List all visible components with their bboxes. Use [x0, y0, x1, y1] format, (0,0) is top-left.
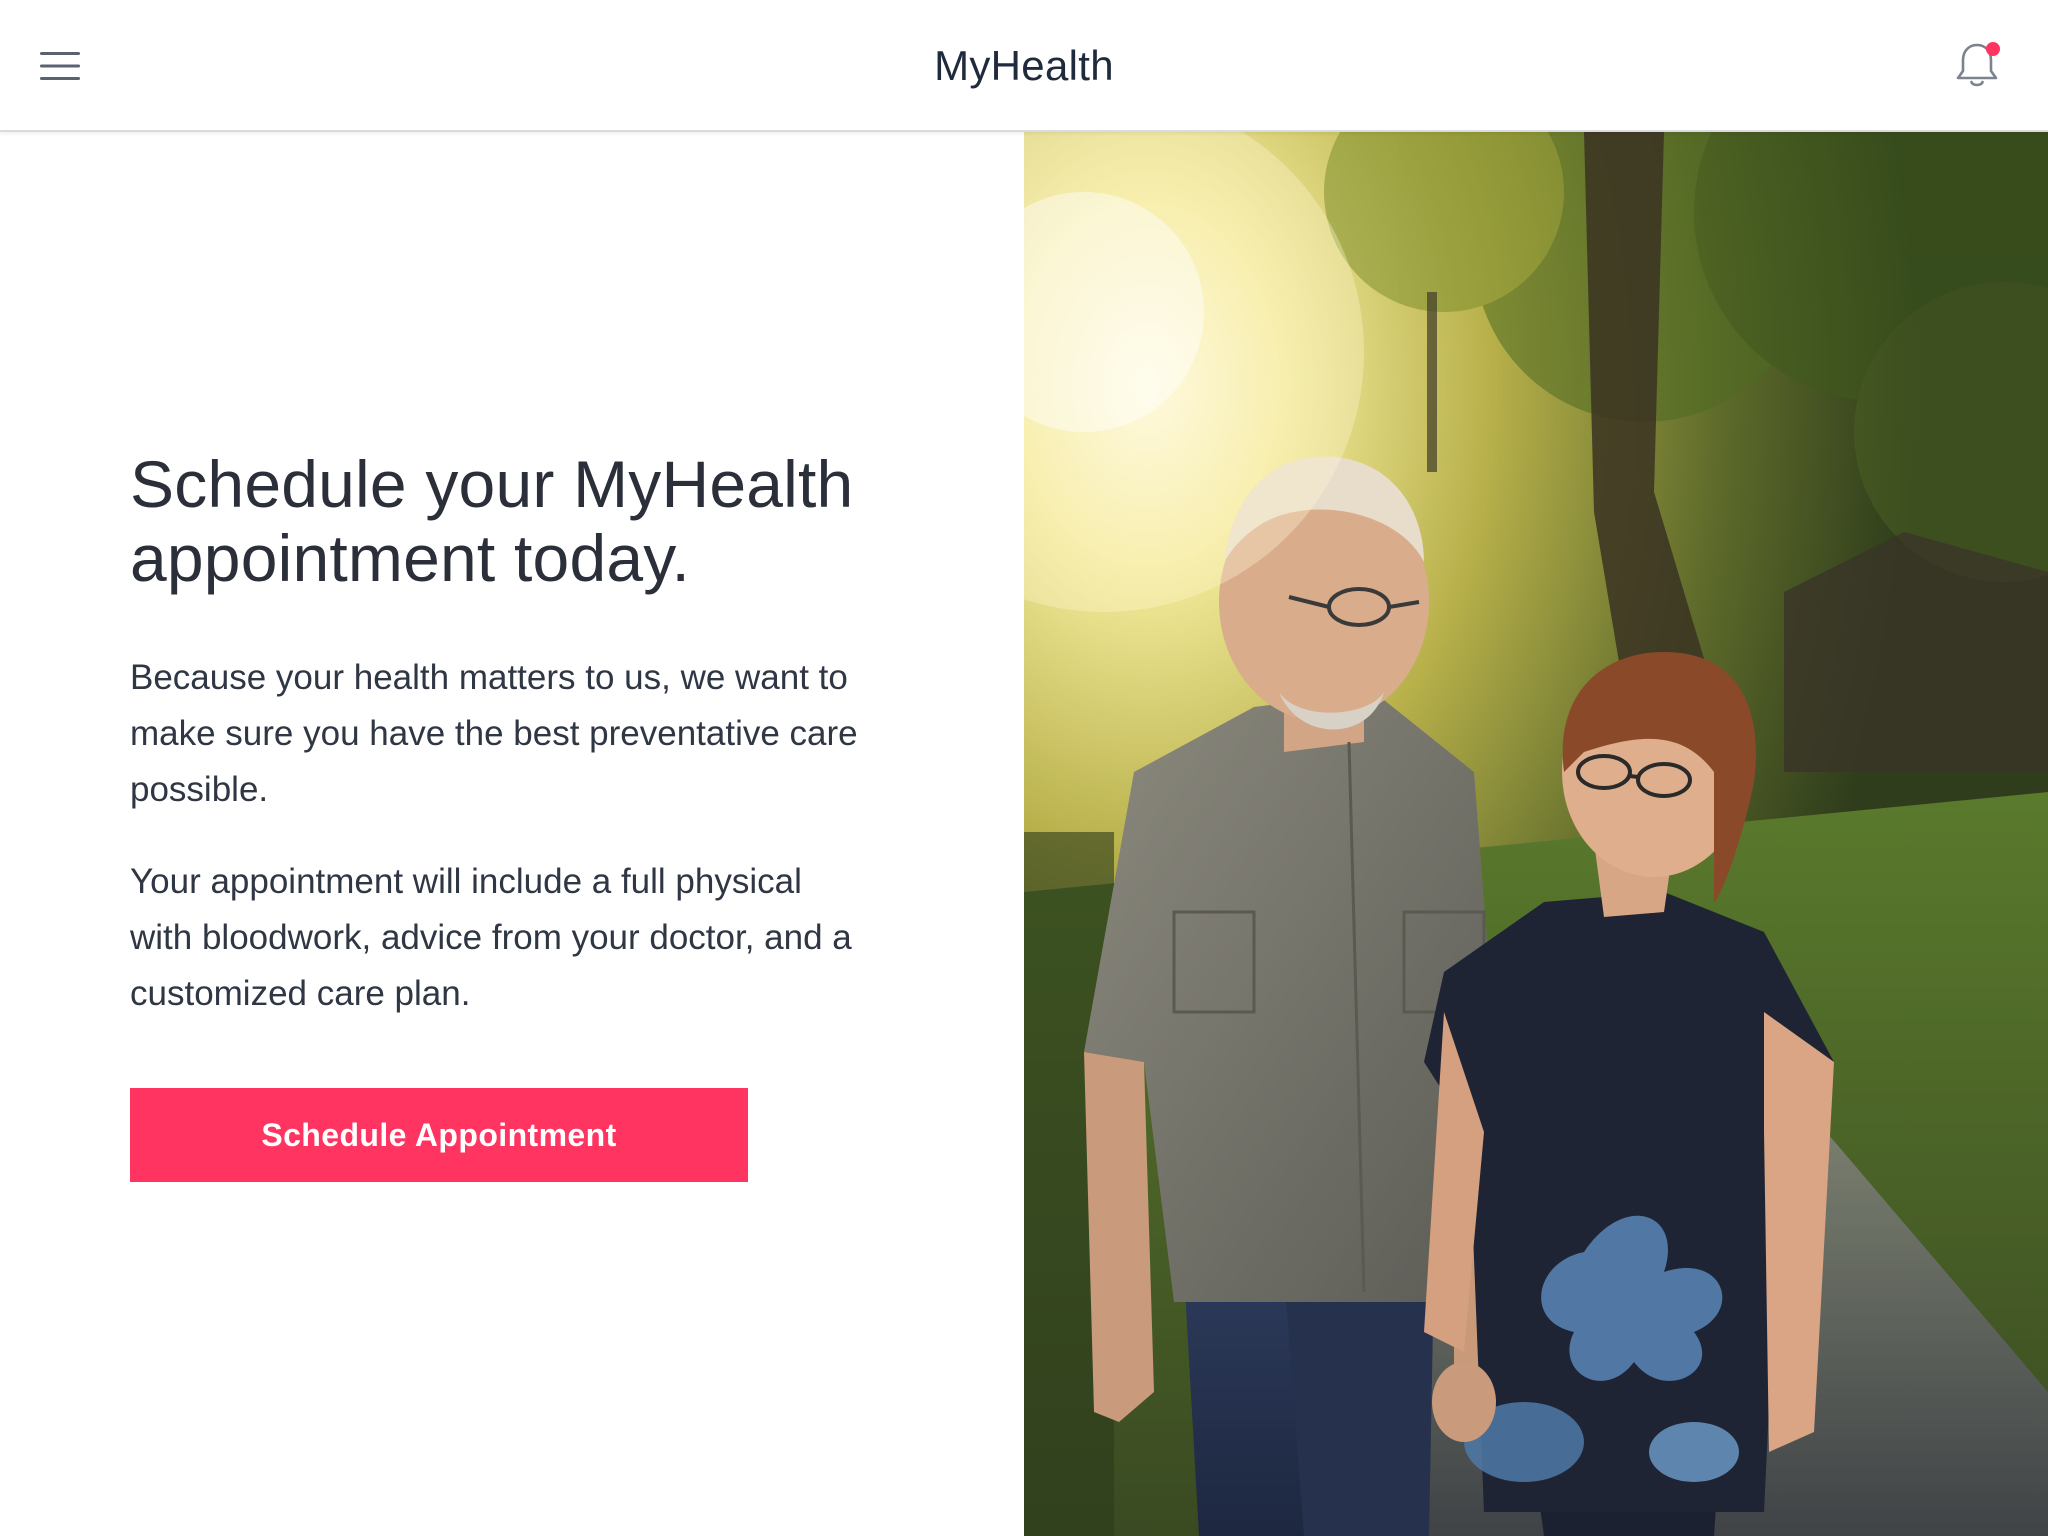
appointment-promo-panel: Schedule your MyHealth appointment today… [0, 132, 1024, 1536]
top-navigation-bar: MyHealth [0, 0, 2048, 132]
app-root: MyHealth Schedule your MyHealth appointm… [0, 0, 2048, 1536]
notifications-button[interactable] [1946, 36, 2008, 98]
schedule-appointment-button[interactable]: Schedule Appointment [130, 1088, 748, 1182]
couple-walking-photo [1024, 132, 2048, 1536]
hero-photo [1024, 132, 2048, 1536]
notification-badge-dot [1986, 42, 2000, 56]
promo-headline: Schedule your MyHealth appointment today… [130, 447, 854, 595]
main-content: Schedule your MyHealth appointment today… [0, 132, 2048, 1536]
app-title: MyHealth [934, 42, 1114, 89]
promo-paragraph-1: Because your health matters to us, we wa… [130, 658, 858, 809]
promo-paragraph-2: Your appointment will include a full phy… [130, 862, 852, 1013]
